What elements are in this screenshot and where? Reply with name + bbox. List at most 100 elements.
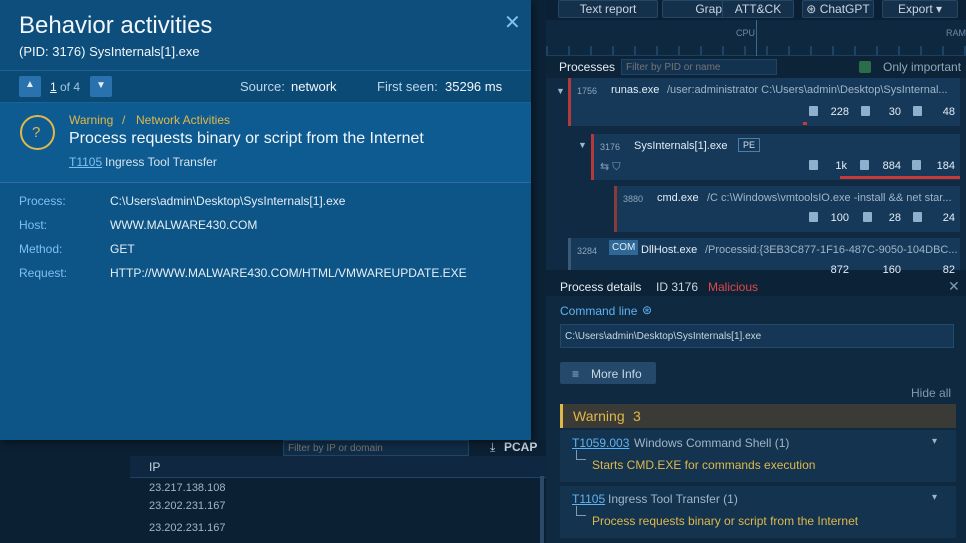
file-icon xyxy=(809,106,818,116)
field-value: C:\Users\admin\Desktop\SysInternals[1].e… xyxy=(110,194,346,208)
chevron-down-icon: ▼ xyxy=(96,80,106,91)
network-icon xyxy=(913,106,922,116)
process-cmd: /user:administrator C:\Users\admin\Deskt… xyxy=(667,84,948,96)
field-value: HTTP://WWW.MALWARE430.COM/HTML/VMWAREUPD… xyxy=(110,266,467,280)
process-name: runas.exe xyxy=(611,84,660,96)
chevron-up-icon: ▲ xyxy=(25,79,35,90)
page-current: 1 xyxy=(50,80,57,94)
technique-link[interactable]: T1059.003 xyxy=(572,436,629,450)
technique-link[interactable]: T1105 xyxy=(572,492,605,506)
injection-icon: ⇆ ⛉ xyxy=(600,161,621,173)
hide-all-link[interactable]: Hide all xyxy=(911,386,951,400)
ram-label: RAM xyxy=(946,28,966,38)
page-total: of 4 xyxy=(60,80,81,94)
behavior-activities-modal: Behavior activities (PID: 3176) SysInter… xyxy=(0,0,531,440)
warning-header[interactable]: Warning 3 xyxy=(560,404,956,428)
export-button[interactable]: Export ▾ xyxy=(882,0,958,18)
technique-link[interactable]: T1105 xyxy=(69,155,102,169)
download-icon: ⤓ xyxy=(490,440,496,454)
status-badge: Malicious xyxy=(708,280,759,294)
top-toolbar: Text report Graph ATT&CK ⊛ ChatGPT Expor… xyxy=(546,0,966,20)
process-name: cmd.exe xyxy=(657,192,699,204)
field-label: Host: xyxy=(19,218,48,232)
breadcrumb-separator: / xyxy=(122,113,126,127)
chatgpt-button[interactable]: ⊛ ChatGPT xyxy=(802,0,874,18)
chevron-down-icon: ▾ xyxy=(936,2,943,16)
process-name: DllHost.exe xyxy=(641,244,698,256)
modal-header: Behavior activities (PID: 3176) SysInter… xyxy=(0,0,531,70)
technique-name: Ingress Tool Transfer xyxy=(105,155,217,169)
details-title: Process details xyxy=(560,280,642,294)
command-line-label: Command line xyxy=(560,304,638,318)
processes-header: Processes Only important xyxy=(546,56,966,78)
ip-filter-input[interactable] xyxy=(283,440,469,456)
only-important-label: Only important xyxy=(883,60,962,74)
chevron-down-icon[interactable]: ▾ xyxy=(932,492,937,503)
menu-icon: ≡ xyxy=(572,367,580,381)
field-label: Request: xyxy=(19,266,68,280)
pagination-bar: ▲ 1 of 4 ▼ Source: network First seen: 3… xyxy=(0,70,531,103)
pcap-button[interactable]: PCAP xyxy=(504,440,537,454)
process-name: SysInternals[1].exe xyxy=(634,140,728,152)
registry-icon xyxy=(861,106,870,116)
registry-icon xyxy=(863,212,872,222)
ip-column-header: IP xyxy=(149,460,161,474)
cpu-label: CPU xyxy=(736,28,756,38)
more-info-button[interactable]: ≡ More Info xyxy=(560,362,656,384)
file-icon xyxy=(809,160,818,170)
warning-item[interactable]: T1105 Ingress Tool Transfer (1) ▾ Proces… xyxy=(560,486,956,538)
modal-subtitle: (PID: 3176) SysInternals[1].exe xyxy=(19,44,200,59)
close-icon[interactable]: ✕ xyxy=(948,278,960,295)
registry-icon xyxy=(860,160,869,170)
field-label: Method: xyxy=(19,242,63,256)
first-seen-value: 35296 ms xyxy=(445,79,503,94)
process-filter-input[interactable] xyxy=(621,59,777,75)
expand-icon[interactable]: ▼ xyxy=(556,86,565,96)
alert-summary: ? Warning / Network Activities Process r… xyxy=(0,103,531,183)
source-label: Source: xyxy=(240,79,285,94)
processes-title: Processes xyxy=(559,60,616,74)
attck-button[interactable]: ATT&CK xyxy=(722,0,794,18)
process-row-selected[interactable]: 3176 SysInternals[1].exe PE ⇆ ⛉ 1k 884 1… xyxy=(591,134,960,180)
field-label: Process: xyxy=(19,194,66,208)
network-icon xyxy=(913,212,922,222)
modal-title: Behavior activities xyxy=(19,12,213,39)
ip-cell: 23.202.231.167 xyxy=(149,500,226,512)
next-button[interactable]: ▼ xyxy=(90,76,112,97)
process-row[interactable]: 1756 runas.exe /user:administrator C:\Us… xyxy=(568,78,960,126)
process-cmd: /Processid:{3EB3C877-1F16-487C-9050-104D… xyxy=(705,244,957,256)
chevron-down-icon[interactable]: ▾ xyxy=(932,436,937,447)
alert-title: Process requests binary or script from t… xyxy=(69,130,424,147)
first-seen-label: First seen: xyxy=(377,79,438,94)
chatgpt-icon: ⊛ xyxy=(806,2,820,16)
ip-cell: 23.202.231.167 xyxy=(149,522,226,534)
close-icon[interactable]: ✕ xyxy=(504,10,521,35)
category-label: Network Activities xyxy=(136,113,231,127)
process-row[interactable]: 3284 COM DllHost.exe /Processid:{3EB3C87… xyxy=(568,238,960,276)
warning-count: 3 xyxy=(633,408,641,424)
pe-badge: PE xyxy=(738,138,761,152)
ip-cell: 23.217.138.108 xyxy=(149,482,226,494)
details-id: ID 3176 xyxy=(656,280,699,294)
source-value: network xyxy=(291,79,337,94)
severity-label: Warning xyxy=(69,113,114,127)
com-badge: COM xyxy=(609,240,639,255)
command-line-field[interactable]: C:\Users\admin\Desktop\SysInternals[1].e… xyxy=(560,324,954,348)
file-icon xyxy=(809,212,818,222)
process-cmd: /C c:\Windows\vmtoolsIO.exe -install && … xyxy=(707,192,952,204)
chatgpt-icon[interactable]: ⊛ xyxy=(642,303,652,317)
expand-icon[interactable]: ▼ xyxy=(578,140,587,150)
only-important-checkbox[interactable] xyxy=(859,61,871,73)
previous-button[interactable]: ▲ xyxy=(19,76,41,97)
network-icon xyxy=(912,160,921,170)
field-value: GET xyxy=(110,242,135,256)
field-value: WWW.MALWARE430.COM xyxy=(110,218,258,232)
details-fields: Process: C:\Users\admin\Desktop\SysInter… xyxy=(0,184,531,284)
process-tree: ▼ 1756 runas.exe /user:administrator C:\… xyxy=(546,78,966,276)
text-report-button[interactable]: Text report xyxy=(558,0,658,18)
warning-item[interactable]: T1059.003 Windows Command Shell (1) ▾ St… xyxy=(560,430,956,482)
scrollbar[interactable] xyxy=(540,476,544,543)
network-panel: ⤓ PCAP IP 23.217.138.108 23.202.231.167 … xyxy=(0,440,546,543)
question-icon: ? xyxy=(20,115,55,150)
process-row[interactable]: 3880 cmd.exe /C c:\Windows\vmtoolsIO.exe… xyxy=(614,186,960,232)
